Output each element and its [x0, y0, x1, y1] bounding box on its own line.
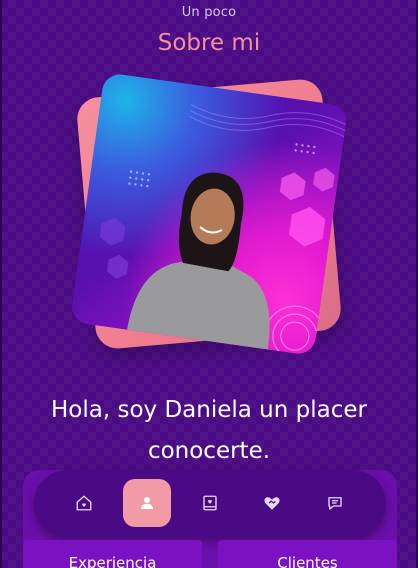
- experience-card[interactable]: Experiencia: [23, 540, 202, 568]
- heart-handshake-icon: [262, 494, 282, 512]
- nav-contact[interactable]: [311, 479, 359, 527]
- nav-about[interactable]: [123, 479, 171, 527]
- profile-photo-container: [69, 72, 349, 356]
- portfolio-icon: [201, 494, 219, 512]
- user-icon: [138, 494, 156, 512]
- bottom-nav: [34, 470, 386, 537]
- nav-services[interactable]: [248, 479, 296, 527]
- section-subtitle: Un poco: [181, 5, 237, 20]
- greeting-text: Hola, soy Daniela un placer conocerte.: [51, 397, 367, 464]
- clients-card[interactable]: Clientes: [218, 540, 397, 568]
- experience-label: Experiencia: [68, 554, 157, 568]
- clients-label: Clientes: [277, 554, 338, 568]
- nav-home[interactable]: [60, 479, 108, 527]
- nav-portfolio[interactable]: [186, 479, 234, 527]
- profile-photo: [69, 72, 349, 356]
- chat-icon: [326, 494, 344, 512]
- home-icon: [75, 494, 93, 512]
- section-title: Sobre mi: [157, 30, 261, 56]
- photo-illustration: [99, 103, 349, 356]
